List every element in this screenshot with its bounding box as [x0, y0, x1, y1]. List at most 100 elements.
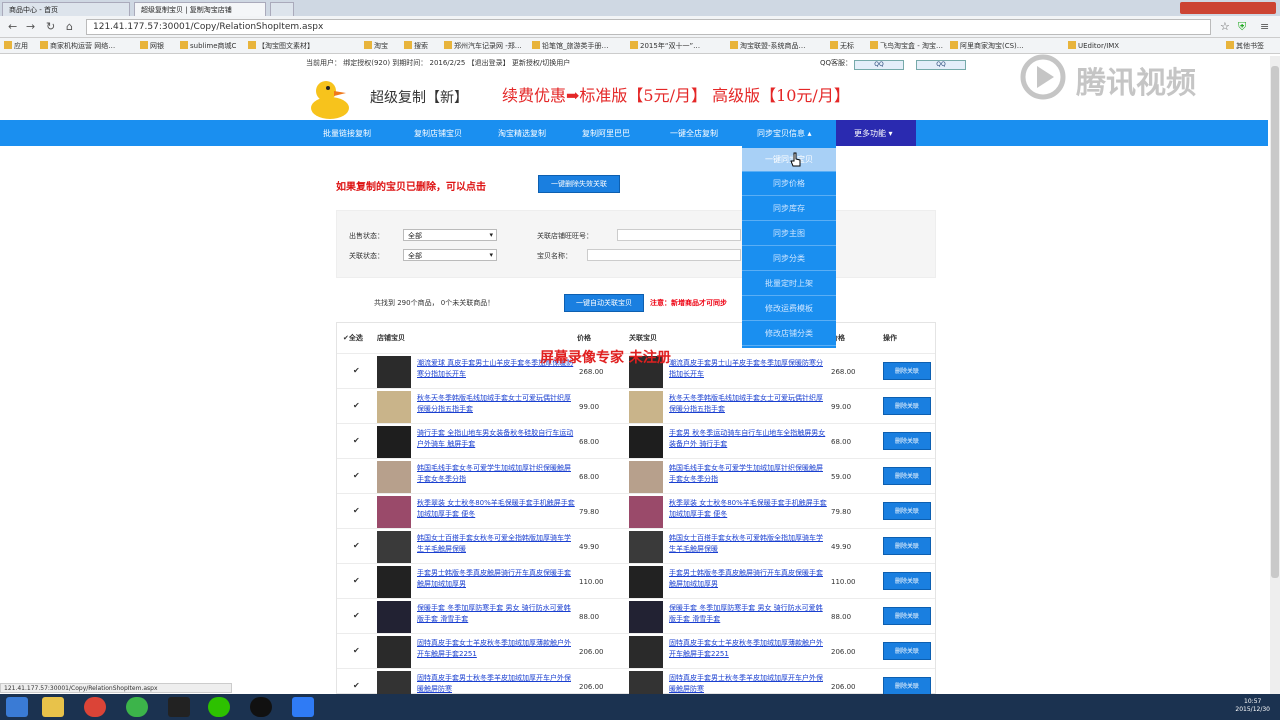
menu-item-sync-stock[interactable]: 同步库存 [742, 197, 836, 221]
auto-relate-button[interactable]: 一键自动关联宝贝 [564, 294, 644, 312]
nav-copy-shop-items[interactable]: 复制店铺宝贝 [414, 128, 462, 139]
related-item-title-link[interactable]: 韩国女士百搭手套女秋冬可爱韩版全指加厚骑车学生羊毛触屏保暖 [669, 533, 829, 555]
browser-tab[interactable]: 商品中心 - 首页 [2, 2, 130, 16]
item-title-link[interactable]: 手套男士韩版冬季真皮触屏骑行开车真皮保暖手套触屏加绒加厚男 [417, 568, 577, 590]
bookmark[interactable]: 铅笔馆_旅游类手册… [532, 41, 609, 51]
item-title-link[interactable]: 秋季翠装 女士秋冬80%羊毛保暖手套手机触屏手套加绒加厚手套 便冬 [417, 498, 577, 520]
nav-more-functions[interactable]: 更多功能 ▾ [836, 120, 916, 146]
promo-banner[interactable]: 续费优惠➡标准版【5元/月】 高级版【10元/月】 [502, 82, 850, 106]
app-icon[interactable] [126, 697, 148, 717]
item-thumbnail[interactable] [377, 636, 411, 668]
menu-item-sync-category[interactable]: 同步分类 [742, 247, 836, 271]
reload-icon[interactable]: ↻ [46, 20, 55, 33]
back-icon[interactable]: ← [8, 20, 17, 33]
item-thumbnail[interactable] [377, 566, 411, 598]
url-input[interactable]: 121.41.177.57:30001/Copy/RelationShopIte… [86, 19, 1211, 35]
select-all-checkbox[interactable]: ✔全选 [343, 333, 363, 343]
bookmark[interactable]: 淘宝 [364, 41, 388, 51]
item-title-link[interactable]: 固特真皮手套女士羊皮秋冬季加绒加厚薄款触户外开车触屏手套2251 [417, 638, 577, 660]
menu-item-edit-shop-category[interactable]: 修改店铺分类 [742, 322, 836, 346]
item-thumbnail[interactable] [377, 356, 411, 388]
row-checkbox[interactable]: ✔ [353, 401, 360, 410]
bookmark[interactable]: 应用 [4, 41, 28, 51]
bookmark[interactable]: 飞鸟淘宝盒 - 淘宝… [870, 41, 943, 51]
scrollbar-thumb[interactable] [1271, 66, 1279, 578]
window-controls[interactable] [1180, 2, 1276, 14]
bookmark[interactable]: 无标 [830, 41, 854, 51]
forward-icon[interactable]: → [26, 20, 35, 33]
related-item-title-link[interactable]: 手套男 秋冬季运动骑车自行车山地车全指触屏男女装备户外 骑行手套 [669, 428, 829, 450]
item-title-link[interactable]: 固特真皮手套男士秋冬季羊皮加绒加厚开车户外保暖触屏防寒 [417, 673, 577, 695]
app-icon[interactable] [292, 697, 314, 717]
delete-relation-button[interactable]: 删除关联 [883, 642, 931, 660]
bookmark[interactable]: 【淘宝图文素材】 [248, 41, 314, 51]
item-title-link[interactable]: 韩国毛线手套女冬可爱学生加绒加厚针织保暖触屏手套女冬季分指 [417, 463, 577, 485]
item-title-link[interactable]: 骑行手套 全指山地车男女装备秋冬硅胶自行车运动户外骑车 触屏手套 [417, 428, 577, 450]
nav-sync-item-info[interactable]: 同步宝贝信息 ▴ [757, 128, 812, 139]
delete-relation-button[interactable]: 删除关联 [883, 677, 931, 695]
bookmark[interactable]: 阿里商家淘宝(CS)… [950, 41, 1024, 51]
related-item-title-link[interactable]: 固特真皮手套男士秋冬季羊皮加绒加厚开车户外保暖触屏防寒 [669, 673, 829, 695]
bookmark[interactable]: 商家机构运营 网络… [40, 41, 115, 51]
related-item-title-link[interactable]: 秋冬天冬季韩版毛线加绒手套女士可爱玩偶针织厚保暖分指五指手套 [669, 393, 829, 415]
related-item-title-link[interactable]: 手套男士韩版冬季真皮触屏骑行开车真皮保暖手套触屏加绒加厚男 [669, 568, 829, 590]
item-thumbnail[interactable] [377, 461, 411, 493]
home-icon[interactable]: ⌂ [66, 20, 73, 33]
related-item-thumbnail[interactable] [629, 531, 663, 563]
qq-chat-button[interactable]: QQ [916, 60, 966, 70]
item-thumbnail[interactable] [377, 426, 411, 458]
bookmark[interactable]: 搜索 [404, 41, 428, 51]
row-checkbox[interactable]: ✔ [353, 646, 360, 655]
relation-status-select[interactable]: 全部 [403, 249, 497, 261]
delete-relation-button[interactable]: 删除关联 [883, 572, 931, 590]
related-item-thumbnail[interactable] [629, 461, 663, 493]
bookmark[interactable]: UEditor/IMX [1068, 41, 1119, 50]
related-item-thumbnail[interactable] [629, 426, 663, 458]
shield-icon[interactable]: ⛨ [1238, 20, 1246, 34]
chrome-icon[interactable] [84, 697, 106, 717]
nav-taobao-selected-copy[interactable]: 淘宝精选复制 [498, 128, 546, 139]
menu-item-edit-shipping-template[interactable]: 修改运费模板 [742, 297, 836, 321]
file-explorer-icon[interactable] [42, 697, 64, 717]
row-checkbox[interactable]: ✔ [353, 506, 360, 515]
start-icon[interactable] [6, 697, 28, 717]
delete-relation-button[interactable]: 删除关联 [883, 397, 931, 415]
menu-item-batch-timed-listing[interactable]: 批量定时上架 [742, 272, 836, 296]
row-checkbox[interactable]: ✔ [353, 471, 360, 480]
nav-copy-alibaba[interactable]: 复制阿里巴巴 [582, 128, 630, 139]
related-item-thumbnail[interactable] [629, 636, 663, 668]
delete-relation-button[interactable]: 删除关联 [883, 502, 931, 520]
row-checkbox[interactable]: ✔ [353, 611, 360, 620]
item-thumbnail[interactable] [377, 601, 411, 633]
new-tab-button[interactable] [270, 2, 294, 16]
delete-relation-button[interactable]: 删除关联 [883, 362, 931, 380]
bookmark[interactable]: sublime商城C [180, 41, 236, 51]
bookmark[interactable]: 2015年“双十一”… [630, 41, 700, 51]
wechat-icon[interactable] [208, 697, 230, 717]
row-checkbox[interactable]: ✔ [353, 681, 360, 690]
row-checkbox[interactable]: ✔ [353, 576, 360, 585]
related-item-thumbnail[interactable] [629, 566, 663, 598]
menu-item-sync-price[interactable]: 同步价格 [742, 172, 836, 196]
sale-status-select[interactable]: 全部 [403, 229, 497, 241]
delete-relation-button[interactable]: 删除关联 [883, 537, 931, 555]
bookmark[interactable]: 网银 [140, 41, 164, 51]
bookmark-folder[interactable]: 其他书签 [1226, 41, 1264, 51]
menu-item-sync-main-image[interactable]: 同步主图 [742, 222, 836, 246]
delete-relation-button[interactable]: 删除关联 [883, 432, 931, 450]
terminal-icon[interactable] [168, 697, 190, 717]
item-thumbnail[interactable] [377, 391, 411, 423]
bookmark[interactable]: 淘宝联盟-系统商品… [730, 41, 806, 51]
bookmark[interactable]: 郑州汽车记录网 -郑… [444, 41, 522, 51]
delete-relation-button[interactable]: 删除关联 [883, 467, 931, 485]
row-checkbox[interactable]: ✔ [353, 366, 360, 375]
shop-wangwang-input[interactable] [617, 229, 741, 241]
menu-item-sync-all[interactable]: 一键同步宝贝 [742, 148, 836, 172]
qq-chat-button[interactable]: QQ [854, 60, 904, 70]
item-title-link[interactable]: 秋冬天冬季韩版毛线加绒手套女士可爱玩偶针织厚保暖分指五指手套 [417, 393, 577, 415]
related-item-title-link[interactable]: 潮流真皮手套男士山羊皮手套冬季加厚保暖防寒分指加长开车 [669, 358, 829, 380]
related-item-thumbnail[interactable] [629, 391, 663, 423]
related-item-title-link[interactable]: 固特真皮手套女士羊皮秋冬季加绒加厚薄款触户外开车触屏手套2251 [669, 638, 829, 660]
nav-batch-link-copy[interactable]: 批量链接复制 [323, 128, 371, 139]
menu-icon[interactable]: ≡ [1260, 20, 1269, 33]
